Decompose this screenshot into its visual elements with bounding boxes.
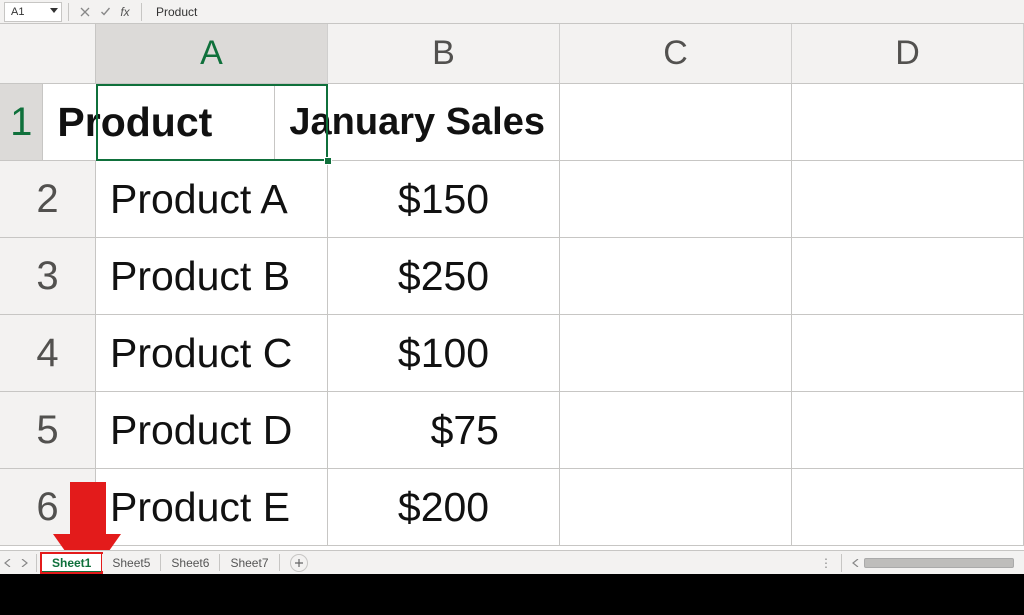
column-header-B[interactable]: B — [328, 24, 560, 83]
cell-C4[interactable] — [560, 315, 792, 391]
row-header-6[interactable]: 6 — [0, 469, 96, 545]
spreadsheet-grid[interactable]: 1 Product January Sales 2 Product A $150… — [0, 84, 1024, 550]
scrollbar-left-icon[interactable] — [849, 556, 863, 570]
cell-B2[interactable]: $150 — [328, 161, 560, 237]
cell-D6[interactable] — [792, 469, 1024, 545]
sheet-tab[interactable]: Sheet5 — [102, 554, 161, 571]
cell-C6[interactable] — [560, 469, 792, 545]
cell-C1[interactable] — [560, 84, 792, 160]
row-header-5[interactable]: 5 — [0, 392, 96, 468]
cell-B1[interactable]: January Sales — [275, 84, 560, 160]
sheet-tab[interactable]: Sheet6 — [161, 554, 220, 571]
separator — [36, 554, 37, 572]
column-header-C[interactable]: C — [560, 24, 792, 83]
cancel-formula-icon[interactable] — [77, 4, 93, 20]
row-header-1[interactable]: 1 — [0, 84, 43, 160]
row-header-2[interactable]: 2 — [0, 161, 96, 237]
separator — [141, 3, 142, 21]
name-box-value: A1 — [11, 6, 24, 18]
table-row: 2 Product A $150 — [0, 161, 1024, 238]
sheet-tab-bar: Sheet1 Sheet5 Sheet6 Sheet7 ⋮ — [0, 550, 1024, 574]
cell-D5[interactable] — [792, 392, 1024, 468]
chevron-down-icon — [50, 8, 58, 13]
cell-C5[interactable] — [560, 392, 792, 468]
cell-D4[interactable] — [792, 315, 1024, 391]
sheet-tab[interactable]: Sheet7 — [220, 554, 279, 571]
add-sheet-button[interactable] — [290, 554, 308, 572]
column-headers: A B C D — [0, 24, 1024, 84]
select-all-corner[interactable] — [0, 24, 96, 83]
cell-B3[interactable]: $250 — [328, 238, 560, 314]
cell-D1[interactable] — [792, 84, 1024, 160]
row-header-4[interactable]: 4 — [0, 315, 96, 391]
sheet-tab-active[interactable]: Sheet1 — [41, 553, 102, 573]
formula-input[interactable]: Product — [148, 5, 197, 19]
table-row: 1 Product January Sales — [0, 84, 1024, 161]
cell-D3[interactable] — [792, 238, 1024, 314]
tab-nav-prev-icon[interactable] — [1, 556, 15, 570]
cropped-region — [0, 574, 1024, 615]
cell-A5[interactable]: Product D — [96, 392, 328, 468]
tab-nav-next-icon[interactable] — [17, 556, 31, 570]
row-header-3[interactable]: 3 — [0, 238, 96, 314]
separator — [68, 3, 69, 21]
cell-A2[interactable]: Product A — [96, 161, 328, 237]
cell-A1[interactable]: Product — [43, 84, 275, 160]
horizontal-scrollbar[interactable] — [864, 558, 1014, 568]
cell-B4[interactable]: $100 — [328, 315, 560, 391]
cell-A6[interactable]: Product E — [96, 469, 328, 545]
fx-icon[interactable]: fx — [117, 4, 133, 20]
cell-B5[interactable]: $75 — [328, 392, 560, 468]
cell-C3[interactable] — [560, 238, 792, 314]
tab-bar-options-icon[interactable]: ⋮ — [818, 556, 835, 570]
cell-A4[interactable]: Product C — [96, 315, 328, 391]
commit-formula-icon[interactable] — [97, 4, 113, 20]
cell-D2[interactable] — [792, 161, 1024, 237]
name-box[interactable]: A1 — [4, 2, 62, 22]
table-row: 5 Product D $75 — [0, 392, 1024, 469]
cell-B6[interactable]: $200 — [328, 469, 560, 545]
table-row: 6 Product E $200 — [0, 469, 1024, 546]
table-row: 3 Product B $250 — [0, 238, 1024, 315]
cell-A3[interactable]: Product B — [96, 238, 328, 314]
column-header-A[interactable]: A — [96, 24, 328, 83]
formula-bar: A1 fx Product — [0, 0, 1024, 24]
table-row: 4 Product C $100 — [0, 315, 1024, 392]
column-header-D[interactable]: D — [792, 24, 1024, 83]
separator — [841, 554, 842, 572]
cell-C2[interactable] — [560, 161, 792, 237]
